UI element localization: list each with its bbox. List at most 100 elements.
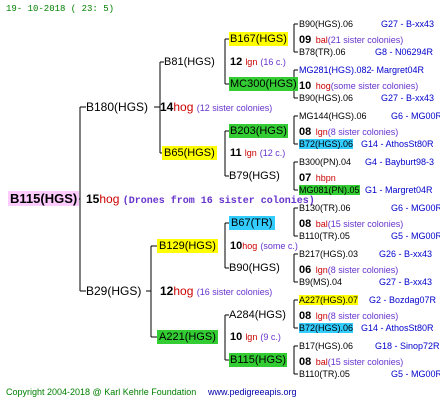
gen4-h1[interactable]: B17(HGS).06 G18 - Sinop72R	[299, 339, 440, 353]
gen4-d2-line: G1 - Margret04R	[365, 185, 433, 195]
gen3-h-word: bal	[315, 357, 328, 367]
gen2-d-mating: 10 lgn (9 c.)	[230, 330, 281, 344]
gen4-g1[interactable]: A227(HGS).07 G2 - Bozdag07R	[299, 293, 436, 307]
pedigree-frame: { "header": { "date": "19- 10-2018 ( 23:…	[0, 0, 440, 400]
gen4-a1-line: G27 - B-xx43	[381, 19, 435, 29]
gen4-e1[interactable]: B130(TR).06 G6 - MG00R	[299, 201, 440, 215]
gen2-b-num: 11	[230, 147, 242, 159]
gen3-d-word: hbpn	[315, 173, 336, 183]
gen2-a-word: lgn	[245, 57, 258, 67]
gen2-c-mating: 10hog (some c.)	[230, 239, 298, 253]
gen4-c1-id: MG144(HGS).06	[299, 111, 367, 121]
gen1-lower-note: (16 sister colonies)	[196, 287, 273, 297]
gen4-a1[interactable]: B90(HGS).06 G27 - B-xx43	[299, 17, 434, 31]
gen2-d-note: (9 c.)	[260, 332, 281, 342]
gen4-g1-id: A227(HGS).07	[299, 295, 359, 305]
gen4-b1[interactable]: MG281(HGS).082- Margret04R	[299, 63, 424, 77]
gen4-e1-id: B130(TR).06	[299, 203, 351, 213]
gen2-a-mating: 12 lgn (16 c.)	[230, 55, 286, 69]
gen1-lower-node[interactable]: B29(HGS)	[86, 284, 141, 298]
gen4-h1-id: B17(HGS).06	[299, 341, 354, 351]
gen4-g2-line: G14 - AthosSt80R	[361, 323, 434, 333]
gen4-c1[interactable]: MG144(HGS).06 G6 - MG00R	[299, 109, 440, 123]
gen2-a-num: 12	[230, 56, 243, 68]
gen4-f2-line: G27 - B-xx43	[379, 277, 433, 287]
gen3-c-node[interactable]: B203(HGS)	[229, 124, 288, 138]
gen3-b-node[interactable]: MC300(HGS)	[229, 77, 298, 91]
gen3-b-word: hog	[315, 81, 331, 91]
gen3-f-node[interactable]: B90(HGS)	[229, 261, 280, 275]
gen4-c2[interactable]: B72(HGS).06 G14 - AthosSt80R	[299, 137, 434, 151]
gen4-h2-line: G5 - MG00R	[391, 369, 440, 379]
gen1-lower-mating: 12hog (16 sister colonies)	[160, 284, 272, 299]
gen2-b-word: lgn	[244, 148, 257, 158]
gen4-d1-id: B300(PN).04	[299, 157, 352, 167]
gen4-a2[interactable]: B78(TR).06 G8 - N06294R	[299, 45, 433, 59]
gen4-g2-id: B72(HGS).06	[299, 323, 354, 333]
gen2-d-num: 10	[230, 331, 243, 343]
gen2-c-node[interactable]: B129(HGS)	[157, 239, 218, 253]
gen4-b1-line: - Margret04R	[371, 65, 425, 75]
gen2-d-node[interactable]: A221(HGS)	[157, 330, 218, 344]
gen4-e2-id: B110(TR).05	[299, 231, 350, 241]
gen4-c2-id: B72(HGS).06	[299, 139, 354, 149]
gen4-d2-id: MG081(PN).05	[299, 185, 360, 195]
gen4-e1-line: G6 - MG00R	[391, 203, 440, 213]
gen4-d1-line: G4 - Bayburt98-3	[365, 157, 435, 167]
gen4-h1-line: G18 - Sinop72R	[375, 341, 440, 351]
gen1-lower-num: 12	[160, 284, 174, 298]
gen3-a-note: (21 sister colonies)	[327, 35, 404, 45]
gen3-h-node[interactable]: B115(HGS)	[229, 353, 288, 367]
gen2-b-node[interactable]: B65(HGS)	[162, 146, 217, 160]
gen4-h2-id: B110(TR).05	[299, 369, 350, 379]
gen3-e-node[interactable]: B67(TR)	[229, 216, 275, 230]
root-word: hog	[99, 192, 120, 206]
date-stamp: 19- 10-2018 ( 23: 5)	[6, 4, 115, 14]
gen3-a-node[interactable]: B167(HGS)	[229, 32, 288, 46]
gen2-b-note: (12 c.)	[259, 148, 286, 158]
gen3-g-word: lgn	[315, 311, 328, 321]
gen4-f1[interactable]: B217(HGS).03 G26 - B-xx43	[299, 247, 432, 261]
gen2-a-node[interactable]: B81(HGS)	[164, 55, 215, 69]
gen4-d2[interactable]: MG081(PN).05 G1 - Margret04R	[299, 183, 433, 197]
gen3-e-word: bal	[315, 219, 328, 229]
gen4-f2-id: B9(MS).04	[299, 277, 343, 287]
gen3-h-note: (15 sister colonies)	[327, 357, 404, 367]
root-node[interactable]: B115(HGS)	[8, 191, 80, 206]
gen3-c-note: (8 sister colonies)	[327, 127, 399, 137]
root-queen-id: B115(HGS)	[8, 191, 80, 206]
gen2-c-word: hog	[242, 241, 258, 251]
gen1-lower-word: hog	[173, 284, 194, 298]
root-mating: 15hog (Drones from 16 sister colonies)	[86, 192, 315, 209]
gen4-b2-id: B90(HGS).06	[299, 93, 354, 103]
gen2-c-note: (some c.)	[260, 241, 298, 251]
gen4-a2-id: B78(TR).06	[299, 47, 346, 57]
gen3-d-node[interactable]: B79(HGS)	[229, 169, 280, 183]
gen3-g-note: (8 sister colonies)	[327, 311, 399, 321]
gen4-e2-line: G5 - MG00R	[391, 231, 440, 241]
gen4-c1-line: G6 - MG00R	[391, 111, 440, 121]
gen3-b-note: (some sister colonies)	[330, 81, 419, 91]
gen4-g2[interactable]: B72(HGS).06 G14 - AthosSt80R	[299, 321, 434, 335]
gen4-f2[interactable]: B9(MS).04 G27 - B-xx43	[299, 275, 432, 289]
gen4-e2[interactable]: B110(TR).05 G5 - MG00R	[299, 229, 440, 243]
gen4-a1-id: B90(HGS).06	[299, 19, 354, 29]
root-num: 15	[86, 192, 100, 206]
gen4-f1-line: G26 - B-xx43	[379, 249, 433, 259]
gen4-d1[interactable]: B300(PN).04 G4 - Bayburt98-3	[299, 155, 434, 169]
gen4-g1-line: G2 - Bozdag07R	[369, 295, 437, 305]
gen1-upper-note: (12 sister colonies)	[196, 103, 273, 113]
copyright: Copyright 2004-2018 @ Karl Kehrle Founda…	[6, 387, 197, 397]
gen3-f-word: lgn	[315, 265, 328, 275]
gen4-b2[interactable]: B90(HGS).06 G27 - B-xx43	[299, 91, 434, 105]
gen2-d-word: lgn	[245, 332, 258, 342]
gen4-b1-id: MG281(HGS).082	[299, 65, 372, 75]
gen1-upper-word: hog	[173, 100, 194, 114]
gen3-g-node[interactable]: A284(HGS)	[229, 308, 286, 322]
gen3-e-note: (15 sister colonies)	[327, 219, 404, 229]
site-link[interactable]: www.pedigreeapis.org	[208, 385, 297, 399]
gen1-upper-node[interactable]: B180(HGS)	[86, 100, 148, 114]
gen4-c2-line: G14 - AthosSt80R	[361, 139, 434, 149]
gen4-h2[interactable]: B110(TR).05 G5 - MG00R	[299, 367, 440, 381]
gen2-a-note: (16 c.)	[260, 57, 286, 67]
